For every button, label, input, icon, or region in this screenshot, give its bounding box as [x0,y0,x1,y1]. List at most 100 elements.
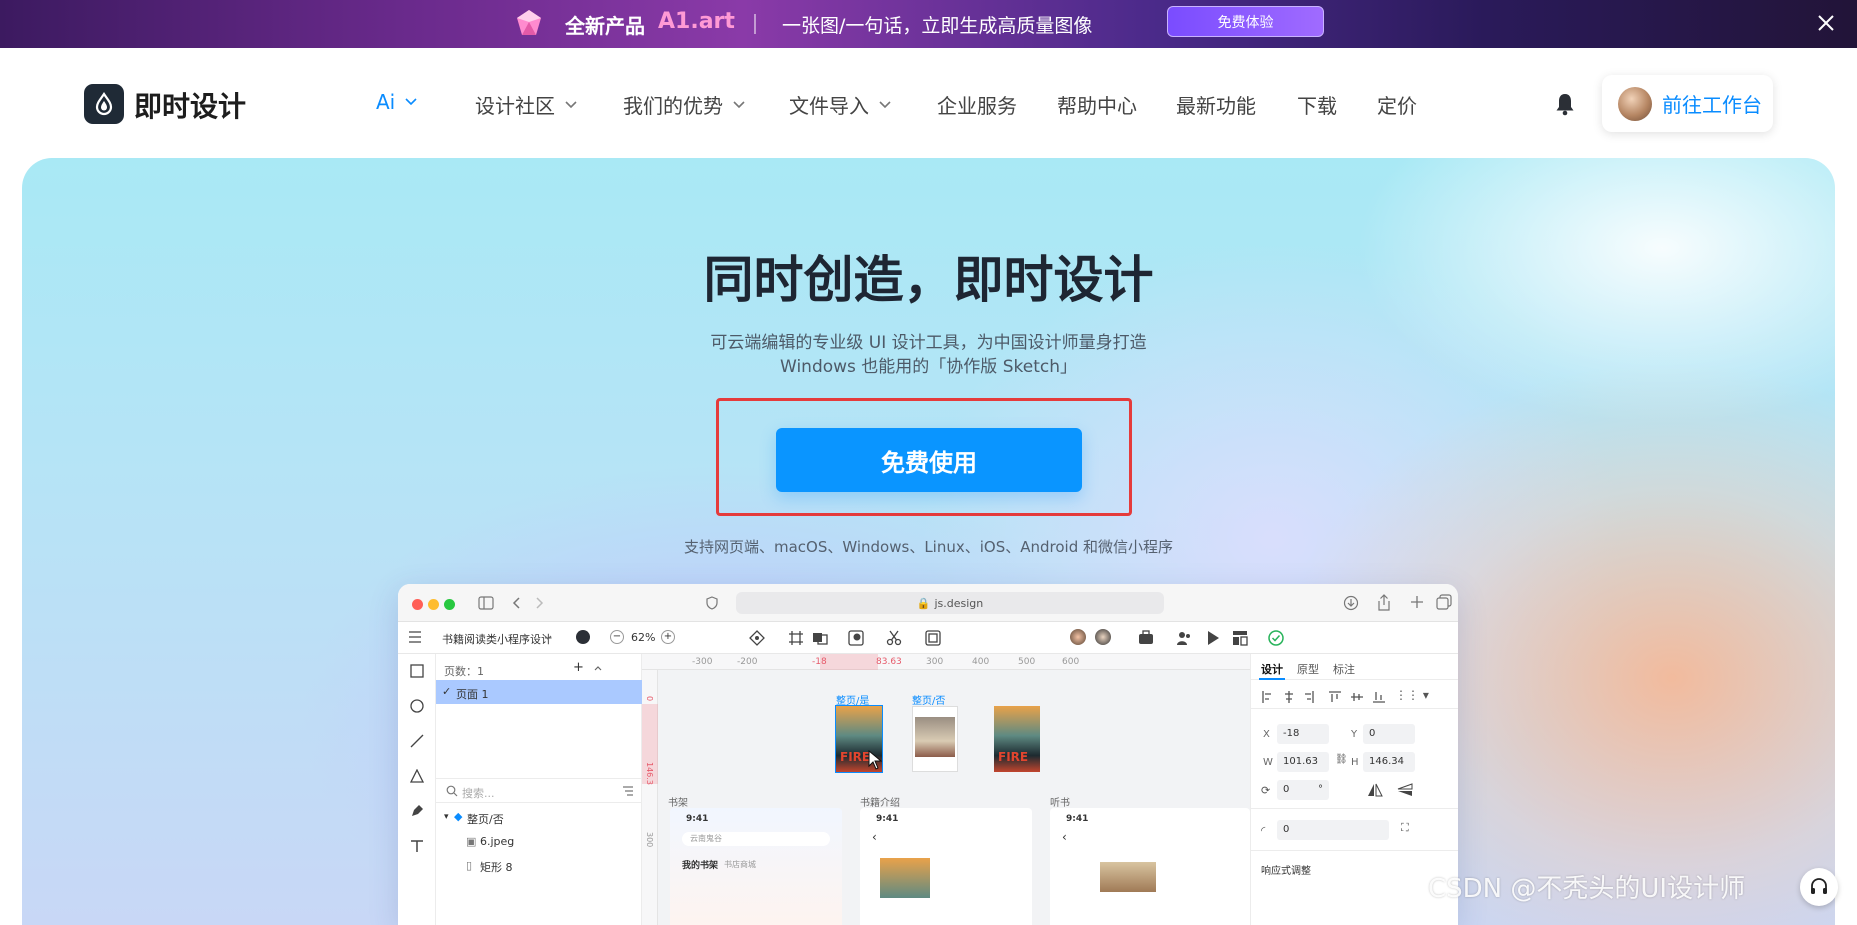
x-field[interactable]: -18 [1277,724,1329,744]
maximize-dot[interactable] [444,599,455,610]
chevron-down-icon[interactable] [544,635,552,641]
layer-item[interactable]: 整页/否 [467,811,504,827]
layer-item[interactable]: 矩形 8 [480,859,513,875]
free-use-button[interactable]: 免费使用 [776,428,1082,492]
promo-banner[interactable]: 全新产品 A1.art 一张图/一句话，立即生成高质量图像 免费体验 [0,0,1857,48]
url-bar[interactable]: 🔒 js.design [736,592,1164,614]
tab-annotate[interactable]: 标注 [1333,661,1355,677]
menu-icon[interactable] [408,631,422,643]
collaborator-avatar[interactable] [1095,629,1111,645]
watermark: CSDN @不秃头的UI设计师 [1428,874,1746,904]
phone-mockup-audiobook[interactable]: 9:41 ‹ [1050,808,1250,925]
phone-mockup-book-intro[interactable]: 9:41 ‹ [860,808,1032,925]
frame-icon[interactable] [788,630,804,646]
bell-icon[interactable] [1554,92,1576,116]
collab-icon[interactable] [576,630,590,644]
tab-prototype[interactable]: 原型 [1297,661,1319,677]
page-item-selected[interactable]: ✓ 页面 1 [436,680,642,704]
chevron-down-icon [733,100,745,108]
zoom-level[interactable]: 62% [631,631,655,644]
go-to-workbench-button[interactable]: 前往工作台 [1602,75,1773,132]
logo-text[interactable]: 即时设计 [134,85,246,125]
nav-item-label: 帮助中心 [1057,94,1137,118]
sidebar-toggle-icon[interactable] [478,596,494,610]
drop-icon [95,92,113,116]
nav-item-help[interactable]: 帮助中心 [1057,90,1137,119]
filter-icon[interactable] [622,786,634,796]
help-button[interactable] [1800,868,1838,906]
logo-icon[interactable] [84,84,124,124]
back-icon[interactable] [512,596,522,610]
tabs-overview-icon[interactable] [1436,594,1452,610]
promo-try-button[interactable]: 免费体验 [1167,6,1324,37]
triangle-tool-icon[interactable] [410,769,424,783]
book-page-thumbnail[interactable] [912,706,958,772]
minimize-dot[interactable] [428,599,439,610]
line-tool-icon[interactable] [410,734,424,748]
h-field[interactable]: 146.34 [1363,752,1415,772]
close-dot[interactable] [412,599,423,610]
design-canvas[interactable]: -300 -200 -18 83.63 300 400 500 600 0 14… [642,654,1250,925]
tab-design[interactable]: 设计 [1261,661,1283,677]
collaborator-avatar[interactable] [1070,629,1086,645]
nav-item-pricing[interactable]: 定价 [1377,90,1417,119]
independent-corners-icon[interactable]: ⛶ [1401,821,1409,835]
pen-tool-icon[interactable] [410,804,424,818]
rectangle-tool-icon[interactable] [410,664,424,678]
y-field[interactable]: 0 [1363,724,1415,744]
share-icon[interactable] [1377,594,1391,611]
flip-horizontal-icon[interactable] [1367,783,1383,797]
nav-item-advantages[interactable]: 我们的优势 [623,90,745,119]
boolean-icon[interactable] [812,630,828,646]
nav-item-label: 最新功能 [1176,94,1256,118]
layer-item[interactable]: 6.jpeg [480,835,514,848]
mask-icon[interactable] [848,630,864,646]
radius-field[interactable]: 0 [1277,820,1389,840]
close-icon[interactable] [1815,12,1837,34]
new-tab-icon[interactable] [1410,595,1424,609]
file-name[interactable]: 书籍阅读类小程序设计 [442,631,552,647]
forward-icon[interactable] [534,596,544,610]
shield-icon[interactable] [706,596,718,610]
rotation-field[interactable]: 0 ° [1277,780,1329,800]
nav-item-file-import[interactable]: 文件导入 [789,90,891,119]
more-layout-icon[interactable]: ⋮⋮ ▾ [1395,688,1429,702]
nav-item-download[interactable]: 下载 [1297,90,1337,119]
expand-icon[interactable]: ▾ [444,812,449,822]
link-icon[interactable]: ⛓ [1335,754,1348,765]
zoom-out-icon[interactable]: − [610,630,624,644]
flip-vertical-icon[interactable] [1397,783,1413,797]
chevron-down-icon [565,100,577,108]
play-icon[interactable] [1206,630,1220,646]
share-users-icon[interactable] [1176,630,1192,646]
align-icons[interactable] [1261,690,1401,704]
layout-icon[interactable] [1232,630,1248,646]
cursor-icon [868,750,882,770]
phone-time: 9:41 [1066,814,1089,824]
x-label: X [1263,729,1270,740]
pages-count: 页数：1 [444,665,484,678]
layer-search-input[interactable]: 搜索... [462,785,495,801]
w-field[interactable]: 101.63 [1277,752,1329,772]
scissors-icon[interactable] [886,630,902,646]
nav-item-ai[interactable]: Ai [376,90,417,114]
download-icon[interactable] [1343,595,1359,611]
book-cover-thumbnail[interactable]: FIRE [994,706,1040,772]
phone-mockup-bookshelf[interactable]: 9:41 云南鬼谷 我的书架 书店商城 [670,808,842,925]
component-icon[interactable] [749,630,765,646]
crop-icon[interactable] [925,630,941,646]
properties-panel: 设计 原型 标注 ⋮⋮ ▾ X -18 Y 0 W 101.63 ⛓ H 146… [1250,654,1458,925]
text-tool-icon[interactable] [410,839,424,853]
nav-item-community[interactable]: 设计社区 [475,90,577,119]
nav-item-new-features[interactable]: 最新功能 [1176,90,1256,119]
plugin-icon[interactable] [1138,630,1154,646]
chevron-down-icon [879,100,891,108]
h-label: H [1351,757,1359,768]
add-page-icon[interactable]: + [573,660,584,675]
promo-brand: A1.art [658,9,735,34]
section-label: 书架 [668,798,688,809]
zoom-in-icon[interactable]: + [661,630,675,644]
chevron-up-icon[interactable] [594,665,602,671]
ellipse-tool-icon[interactable] [410,699,424,713]
nav-item-enterprise[interactable]: 企业服务 [937,90,1017,119]
